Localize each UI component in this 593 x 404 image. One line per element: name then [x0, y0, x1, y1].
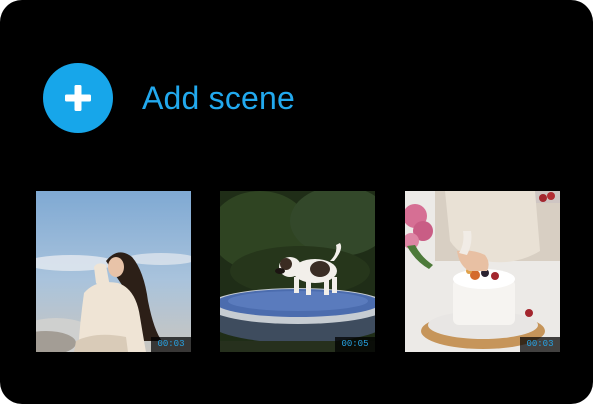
scene-2-image: [220, 191, 375, 352]
plus-icon: [65, 85, 91, 111]
scene-1-image: [36, 191, 191, 352]
scene-duration: 00:05: [335, 337, 375, 352]
scene-thumbnail-list: 00:03 00:05 00:03: [36, 191, 560, 352]
add-scene-button[interactable]: Add scene: [43, 63, 295, 133]
scene-thumbnail-1[interactable]: 00:03: [36, 191, 191, 352]
scene-duration: 00:03: [151, 337, 191, 352]
scene-3-image: [405, 191, 560, 352]
scene-thumbnail-2[interactable]: 00:05: [220, 191, 375, 352]
scene-editor-panel: Add scene 00:03 00:05 00:03: [0, 0, 593, 404]
add-scene-circle[interactable]: [43, 63, 113, 133]
scene-duration: 00:03: [520, 337, 560, 352]
add-scene-label: Add scene: [142, 80, 296, 116]
scene-thumbnail-3[interactable]: 00:03: [405, 191, 560, 352]
